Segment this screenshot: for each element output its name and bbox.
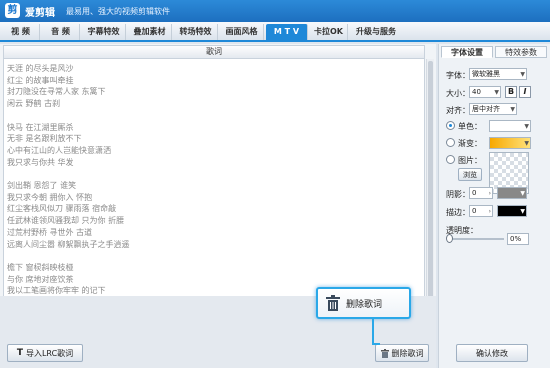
shadow-label: 阴影：: [446, 190, 470, 199]
lyric-line[interactable]: 远离人间尘嚣 柳絮飘执子之手逍遥: [7, 239, 130, 250]
scroll-thumb[interactable]: [428, 61, 433, 321]
chevron-down-icon: ▼: [524, 123, 529, 130]
lyric-line[interactable]: 无非 是名跟利放不下: [7, 133, 82, 144]
import-lrc-label: 导入LRC歌词: [25, 348, 74, 358]
gradient-radio[interactable]: [446, 138, 455, 147]
font-label: 字体：: [446, 71, 470, 80]
lyric-line[interactable]: 剑出鞘 恩怨了 谁笑: [7, 180, 76, 191]
font-settings-panel: 字体设置 特效参数 字体： 微软雅黑 ▼ 大小： 40 ▼ B I 对齐： 居中…: [438, 44, 550, 368]
main-tab-bar: 视 频 音 频 字幕特效 叠加素材 转场特效 画面风格 M T V 卡拉OK 升…: [0, 22, 550, 42]
import-lrc-button[interactable]: T 导入LRC歌词: [7, 344, 83, 362]
tab-subtitle-effects[interactable]: 字幕特效: [82, 24, 126, 40]
tab-overlay-materials[interactable]: 叠加素材: [128, 24, 172, 40]
import-icon: T: [16, 348, 23, 358]
image-label: 图片：: [458, 156, 482, 165]
lyric-line[interactable]: 檐下 窗棂斜映枝桠: [7, 262, 74, 273]
opacity-slider-track[interactable]: [448, 238, 504, 240]
shadow-color-picker[interactable]: ▼: [497, 187, 527, 199]
lyric-line[interactable]: 我只求与你共 华发: [7, 157, 74, 168]
align-value: 居中对齐: [472, 105, 500, 113]
confirm-button[interactable]: 确认修改: [456, 344, 528, 362]
chevron-down-icon: ▼: [494, 89, 499, 96]
tooltip-label: 删除歌词: [346, 299, 383, 310]
lyric-line[interactable]: 与你 席地对座饮茶: [7, 274, 74, 285]
font-value: 微软雅黑: [472, 70, 500, 78]
opacity-value: 0%: [507, 233, 529, 245]
opacity-slider-thumb[interactable]: [446, 234, 453, 243]
shadow-select[interactable]: 0 ›: [469, 187, 493, 199]
size-select[interactable]: 40 ▼: [469, 86, 501, 98]
font-select[interactable]: 微软雅黑 ▼: [469, 68, 527, 80]
chevron-down-icon: ▼: [510, 106, 515, 113]
tab-transitions[interactable]: 转场特效: [174, 24, 218, 40]
chevron-right-icon: ›: [488, 208, 491, 215]
lyric-line[interactable]: 天涯 的尽头是风沙: [7, 63, 74, 74]
lyrics-header: 歌词: [3, 45, 425, 59]
chevron-down-icon: ▼: [520, 190, 525, 197]
gradient-picker[interactable]: ▼: [489, 137, 531, 149]
tab-upgrade-service[interactable]: 升级与服务: [350, 24, 402, 40]
single-color-label: 单色：: [458, 122, 482, 131]
single-color-picker[interactable]: ▼: [489, 120, 531, 132]
italic-button[interactable]: I: [519, 86, 531, 98]
lyric-line[interactable]: 红尘客栈风似刀 骤雨落 宿命敲: [7, 203, 116, 214]
gradient-label: 渐变：: [458, 139, 482, 148]
title-bar: 剪 爱剪辑 最易用、强大的视频剪辑软件: [0, 0, 550, 22]
lyric-line[interactable]: 我只求今朝 拥你入 怀抱: [7, 192, 92, 203]
tab-mtv[interactable]: M T V: [266, 24, 308, 40]
lyric-line[interactable]: 红尘 的故事叫牵挂: [7, 75, 74, 86]
lyric-line[interactable]: 过荒村野桥 寻世外 古道: [7, 227, 92, 238]
tab-audio[interactable]: 音 频: [42, 24, 80, 40]
trash-icon: [326, 295, 340, 311]
app-logo-icon: 剪: [5, 3, 20, 18]
lyric-line[interactable]: 快马 在江湖里厮杀: [7, 122, 74, 133]
app-name: 爱剪辑: [25, 8, 55, 19]
lyric-line[interactable]: 任武林谁领风骚我却 只为你 折腰: [7, 215, 124, 226]
delete-lyrics-label: 删除歌词: [391, 348, 424, 358]
trash-icon: [380, 348, 389, 358]
lyric-line[interactable]: 我以工笔画将你牢牢 的记下: [7, 285, 106, 296]
lyric-line[interactable]: 心中有江山的人岂能快意潇洒: [7, 145, 111, 156]
stroke-select[interactable]: 0 ›: [469, 205, 493, 217]
delete-lyrics-button[interactable]: 删除歌词: [375, 344, 429, 362]
chevron-down-icon: ▼: [520, 208, 525, 215]
browse-button[interactable]: 浏览: [458, 168, 482, 181]
shadow-value: 0: [472, 189, 477, 197]
stroke-label: 描边：: [446, 208, 470, 217]
bold-button[interactable]: B: [505, 86, 517, 98]
app-slogan: 最易用、强大的视频剪辑软件: [66, 7, 170, 16]
image-radio[interactable]: [446, 155, 455, 164]
stroke-color-picker[interactable]: ▼: [497, 205, 527, 217]
lyric-line[interactable]: 闲云 野鹤 古刹: [7, 98, 60, 109]
tab-effect-params[interactable]: 特效参数: [495, 46, 547, 58]
align-select[interactable]: 居中对齐 ▼: [469, 103, 517, 115]
stroke-value: 0: [472, 207, 477, 215]
size-label: 大小：: [446, 89, 470, 98]
single-color-radio[interactable]: [446, 121, 455, 130]
lyric-line[interactable]: 封刀隐没在寻常人家 东篱下: [7, 86, 106, 97]
align-label: 对齐：: [446, 106, 470, 115]
tab-picture-style[interactable]: 画面风格: [220, 24, 264, 40]
chevron-right-icon: ›: [488, 190, 491, 197]
chevron-down-icon: ▼: [520, 71, 525, 78]
chevron-down-icon: ▼: [524, 140, 529, 147]
tab-karaoke[interactable]: 卡拉OK: [310, 24, 348, 40]
size-value: 40: [472, 88, 481, 96]
tooltip-connector: [372, 319, 380, 345]
tab-font-settings[interactable]: 字体设置: [441, 46, 493, 58]
tab-video[interactable]: 视 频: [2, 24, 40, 40]
delete-lyrics-tooltip: 删除歌词: [316, 287, 411, 319]
